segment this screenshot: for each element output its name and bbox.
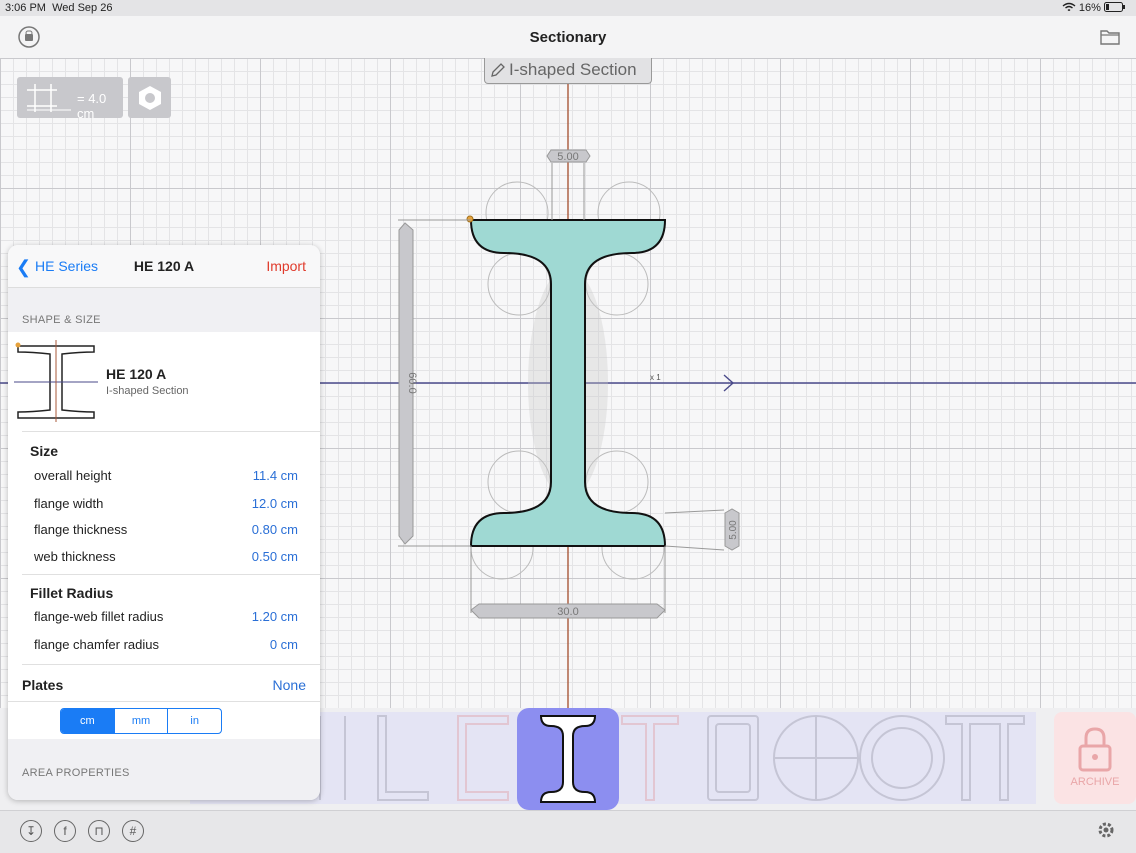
plates-label: Plates bbox=[22, 677, 64, 693]
battery-icon bbox=[1104, 2, 1125, 12]
shape-channel-thumb[interactable] bbox=[457, 715, 509, 801]
scale-label: = 4.0 cm bbox=[77, 91, 107, 121]
scale-indicator[interactable]: = 4.0 cm bbox=[17, 77, 123, 121]
app-title: Sectionary bbox=[529, 29, 607, 46]
hexnut-icon bbox=[139, 86, 161, 110]
unit-in[interactable]: in bbox=[167, 709, 221, 733]
nut-button[interactable] bbox=[128, 77, 171, 118]
row-value[interactable]: 11.4 cm bbox=[253, 468, 298, 483]
shape-rect-thumb[interactable] bbox=[319, 716, 346, 800]
divider bbox=[22, 574, 320, 575]
row-value[interactable]: 0.50 cm bbox=[252, 549, 298, 564]
unit-selector[interactable]: cm mm in bbox=[60, 708, 222, 734]
divider bbox=[22, 431, 320, 432]
row-label: flange thickness bbox=[34, 522, 128, 537]
download-icon[interactable]: ↧ bbox=[20, 820, 42, 842]
unit-cm[interactable]: cm bbox=[61, 709, 114, 733]
archive-button[interactable]: ARCHIVE bbox=[1054, 712, 1136, 804]
area-properties-label: AREA PROPERTIES bbox=[22, 767, 130, 779]
wifi-icon bbox=[1062, 2, 1076, 12]
size-heading: Size bbox=[30, 443, 59, 459]
shape-angle-thumb[interactable] bbox=[377, 715, 429, 801]
divider bbox=[8, 701, 320, 702]
lock-icon bbox=[1078, 727, 1112, 772]
i-shape-icon bbox=[539, 715, 597, 803]
divider bbox=[22, 664, 320, 665]
shape-size-label: SHAPE & SIZE bbox=[22, 314, 101, 326]
axis-label: x 1 bbox=[650, 373, 661, 382]
height-dimension: 60.0 bbox=[406, 372, 418, 393]
status-battery: 16% bbox=[1062, 2, 1126, 14]
profile-type: I-shaped Section bbox=[106, 385, 189, 397]
properties-panel: ❮ HE Series HE 120 A Import SHAPE & SIZE… bbox=[8, 245, 320, 800]
plates-value[interactable]: None bbox=[273, 677, 306, 693]
top-thickness-dimension: 5.00 bbox=[557, 151, 578, 163]
gear-icon[interactable] bbox=[1096, 820, 1116, 840]
flange-thickness-dimension: 5.00 bbox=[728, 520, 739, 540]
section-tag-label: I-shaped Section bbox=[509, 60, 637, 79]
unit-mm[interactable]: mm bbox=[113, 709, 168, 733]
nav-bar: Sectionary bbox=[0, 16, 1136, 59]
shape-i-selected[interactable] bbox=[517, 708, 619, 810]
anchor-point[interactable] bbox=[466, 215, 474, 223]
row-label: flange-web fillet radius bbox=[34, 609, 164, 624]
row-label: flange width bbox=[34, 496, 104, 511]
row-label: overall height bbox=[34, 468, 112, 483]
row-label: web thickness bbox=[34, 549, 116, 564]
section-name-tag[interactable]: I-shaped Section bbox=[484, 58, 652, 84]
shape-size-header: SHAPE & SIZE bbox=[8, 288, 320, 332]
area-header: AREA PROPERTIES bbox=[8, 739, 320, 800]
profile-thumbnail[interactable] bbox=[14, 340, 98, 422]
formula-icon[interactable]: f bbox=[54, 820, 76, 842]
row-value[interactable]: 0 cm bbox=[270, 637, 298, 652]
pencil-icon bbox=[491, 63, 505, 77]
width-dimension: 30.0 bbox=[557, 606, 578, 618]
shape-double-tee-thumb[interactable] bbox=[945, 715, 1025, 801]
import-button[interactable]: Import bbox=[266, 258, 306, 274]
archive-label: ARCHIVE bbox=[1070, 776, 1120, 788]
section-view-icon[interactable]: ⊓ bbox=[88, 820, 110, 842]
row-value[interactable]: 0.80 cm bbox=[252, 522, 298, 537]
row-label: flange chamfer radius bbox=[34, 637, 160, 652]
grid-icon[interactable]: # bbox=[122, 820, 144, 842]
profile-name: HE 120 A bbox=[106, 366, 167, 382]
fillet-heading: Fillet Radius bbox=[30, 585, 114, 601]
panel-header: ❮ HE Series HE 120 A Import bbox=[8, 245, 320, 288]
shape-tee-thumb[interactable] bbox=[621, 715, 679, 801]
grid-scale-icon bbox=[27, 84, 71, 112]
folder-icon[interactable] bbox=[1100, 28, 1120, 45]
row-value[interactable]: 1.20 cm bbox=[252, 609, 298, 624]
status-time: 3:06 PM Wed Sep 26 bbox=[5, 2, 113, 14]
bottom-toolbar bbox=[0, 810, 1136, 853]
status-bar: 3:06 PM Wed Sep 26 16% bbox=[0, 0, 1136, 16]
row-value[interactable]: 12.0 cm bbox=[252, 496, 298, 511]
